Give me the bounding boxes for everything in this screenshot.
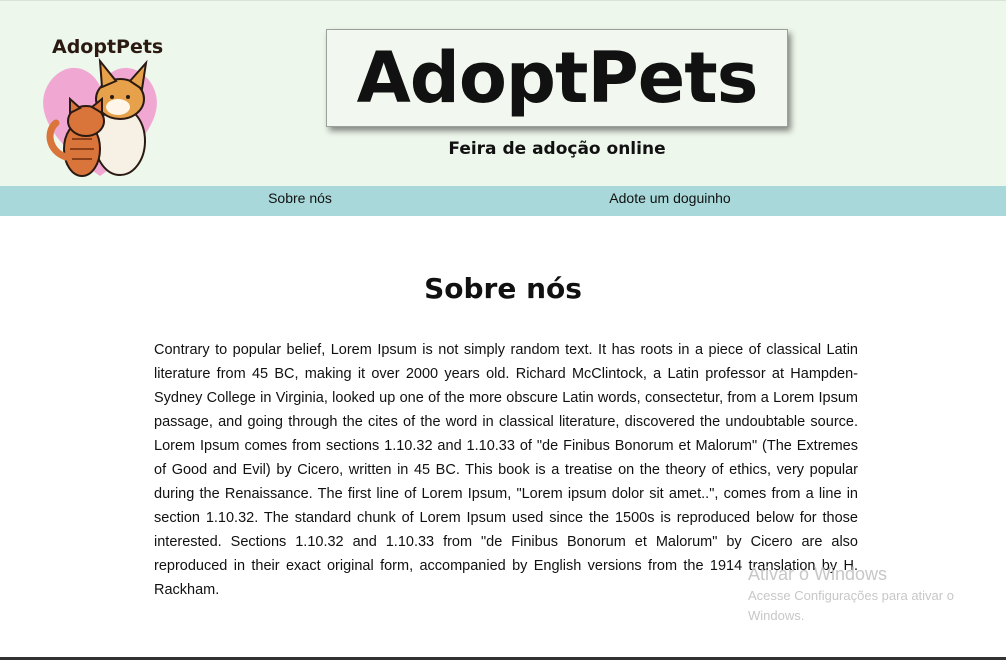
page-header: AdoptPets AdoptPets Feira de adoção onli…	[0, 0, 1006, 186]
windows-activation-watermark: Ativar o Windows Acesse Configurações pa…	[748, 562, 998, 626]
watermark-subtitle: Acesse Configurações para ativar o Windo…	[748, 588, 954, 623]
site-subtitle: Feira de adoção online	[448, 139, 666, 159]
site-title-box: AdoptPets	[326, 29, 788, 127]
site-title: AdoptPets	[356, 37, 759, 119]
nav-item-sobre-nos[interactable]: Sobre nós	[240, 186, 360, 216]
adoptpets-logo[interactable]: AdoptPets	[30, 31, 170, 186]
nav-bar: Sobre nós Adote um doguinho	[0, 186, 1006, 216]
logo-text: AdoptPets	[52, 36, 163, 58]
watermark-title: Ativar o Windows	[748, 564, 888, 584]
nav-item-adote-um-doguinho[interactable]: Adote um doguinho	[580, 186, 760, 216]
page-title: Sobre nós	[424, 272, 582, 305]
